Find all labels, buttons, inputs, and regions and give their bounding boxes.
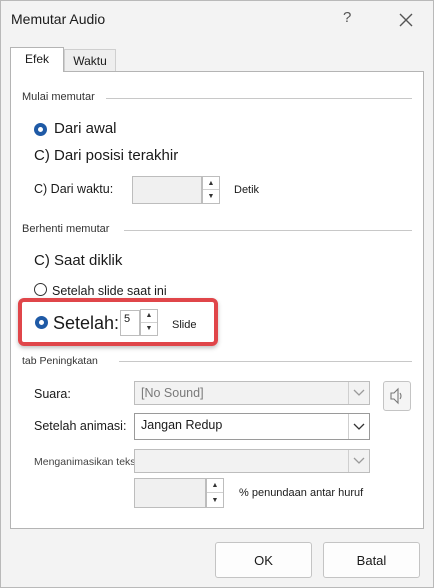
after-slides-input[interactable]: 5 [120,310,140,336]
from-time-input[interactable] [132,176,202,204]
radio-from-beginning[interactable] [34,123,47,136]
title-bar: Memutar Audio ? [1,1,433,37]
label-from-time[interactable]: C) Dari waktu: [34,182,113,196]
from-time-stepper[interactable]: ▲ ▼ [202,176,220,204]
spin-down-icon[interactable]: ▼ [141,323,157,336]
sound-volume-button[interactable] [383,381,411,411]
spin-up-icon[interactable]: ▲ [141,310,157,323]
tab-efek[interactable]: Efek [10,47,64,72]
after-animation-dropdown[interactable]: Jangan Redup [134,413,370,440]
chevron-down-icon [348,382,369,404]
spin-down-icon[interactable]: ▼ [203,190,219,203]
chevron-down-icon [348,450,369,472]
group-title-start: Mulai memutar [22,91,95,103]
after-slides-unit: Slide [172,319,197,331]
label-after-current-slide: Setelah slide saat ini [52,284,167,298]
animate-text-dropdown[interactable] [134,449,370,473]
radio-after-slides[interactable] [35,316,48,329]
group-title-enhancements: tab Peningkatan [22,355,98,367]
label-sound: Suara: [34,387,71,401]
label-animate-text: Menganimasikan teks: [34,456,139,468]
after-slides-stepper[interactable]: ▲ ▼ [140,309,158,336]
sound-value: [No Sound] [141,386,204,400]
speaker-icon [390,387,402,405]
label-on-click[interactable]: C) Saat diklik [34,252,122,269]
audio-dialog: Memutar Audio ? Efek Waktu Mulai memutar… [0,0,434,588]
tab-waktu[interactable]: Waktu [64,49,116,71]
label-from-last-position[interactable]: C) Dari posisi terakhir [34,147,178,164]
group-divider [119,361,412,362]
delay-input[interactable] [134,478,206,508]
group-title-stop: Berhenti memutar [22,223,110,235]
spin-down-icon[interactable]: ▼ [207,493,223,507]
close-icon[interactable] [396,10,416,30]
delay-stepper[interactable]: ▲ ▼ [206,478,224,508]
group-divider [106,98,412,99]
chevron-down-icon [348,414,369,439]
group-divider [124,230,412,231]
label-after-animation: Setelah animasi: [34,419,127,433]
after-slides-value: 5 [124,313,131,325]
after-animation-value: Jangan Redup [141,418,223,432]
cancel-button[interactable]: Batal [323,542,420,578]
spin-up-icon[interactable]: ▲ [207,479,223,493]
spin-up-icon[interactable]: ▲ [203,177,219,190]
dialog-title: Memutar Audio [11,11,106,27]
ok-button[interactable]: OK [215,542,312,578]
radio-after-current-slide[interactable] [34,283,47,296]
sound-dropdown[interactable]: [No Sound] [134,381,370,405]
from-time-unit: Detik [234,184,260,196]
help-icon[interactable]: ? [343,9,351,26]
label-after-slides: Setelah: [53,313,120,333]
label-delay: % penundaan antar huruf [239,487,364,499]
label-from-beginning: Dari awal [54,120,117,137]
